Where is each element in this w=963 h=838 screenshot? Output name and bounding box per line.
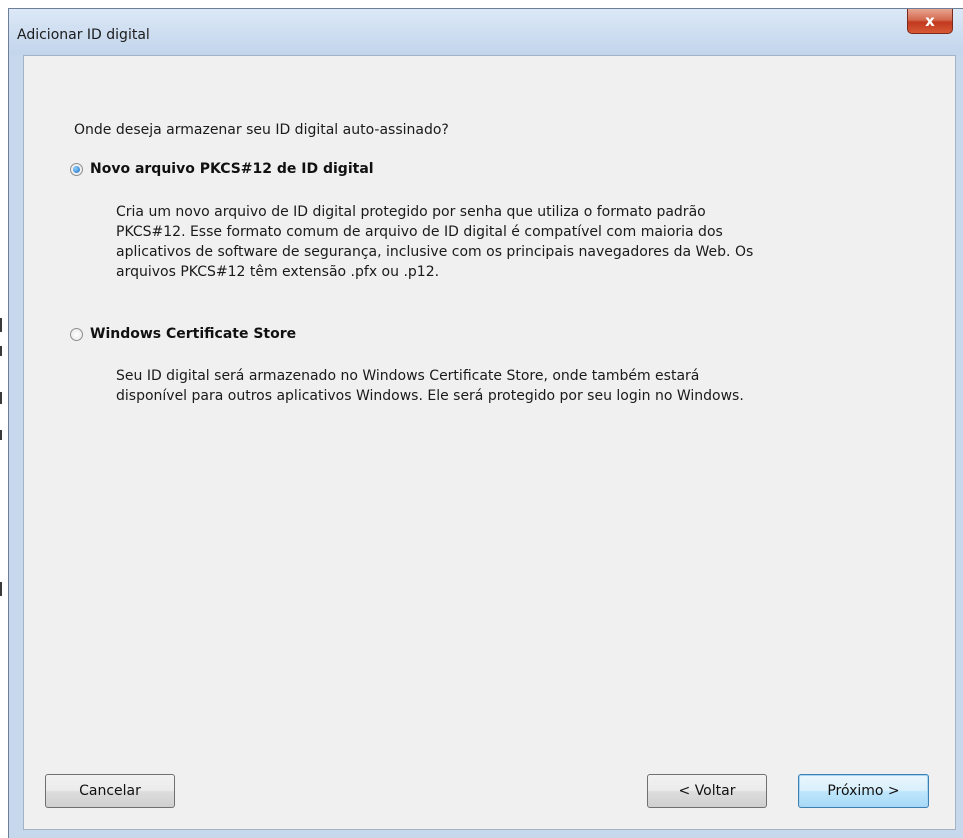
description-line: Cria um novo arquivo de ID digital prote… (116, 204, 706, 220)
description-line: arquivos PKCS#12 têm extensão .pfx ou .p… (116, 264, 440, 280)
window-title: Adicionar ID digital (17, 27, 150, 43)
edge-mark (0, 392, 2, 404)
dialog-window: Adicionar ID digital x Onde deseja armaz… (8, 8, 963, 838)
background-edge (0, 0, 8, 838)
cancel-button[interactable]: Cancelar (45, 774, 175, 808)
radio-pkcs12[interactable] (70, 162, 83, 176)
question-text: Onde deseja armazenar seu ID digital aut… (74, 122, 449, 138)
description-line: PKCS#12. Esse formato comum de arquivo d… (116, 224, 723, 240)
description-line: disponível para outros aplicativos Windo… (116, 388, 744, 404)
close-button[interactable]: x (907, 9, 953, 34)
description-line: aplicativos de software de segurança, in… (116, 244, 754, 260)
description-line: Seu ID digital será armazenado no Window… (116, 368, 700, 384)
close-icon: x (925, 12, 935, 30)
radio-windows-store[interactable] (70, 327, 83, 341)
option-windows-store-description: Seu ID digital será armazenado no Window… (116, 366, 876, 406)
edge-mark (0, 318, 2, 332)
dialog-content: Onde deseja armazenar seu ID digital aut… (23, 55, 956, 830)
edge-mark (0, 346, 2, 356)
title-bar[interactable]: Adicionar ID digital x (9, 9, 963, 55)
option-pkcs12-description: Cria um novo arquivo de ID digital prote… (116, 202, 876, 282)
option-pkcs12-label[interactable]: Novo arquivo PKCS#12 de ID digital (90, 161, 374, 177)
back-button[interactable]: < Voltar (647, 774, 767, 808)
edge-mark (0, 430, 2, 440)
next-button[interactable]: Próximo > (798, 774, 929, 808)
edge-mark (0, 582, 2, 596)
option-pkcs12[interactable]: Novo arquivo PKCS#12 de ID digital (70, 161, 374, 177)
option-windows-store-label[interactable]: Windows Certificate Store (90, 326, 296, 342)
option-windows-store[interactable]: Windows Certificate Store (70, 326, 296, 342)
